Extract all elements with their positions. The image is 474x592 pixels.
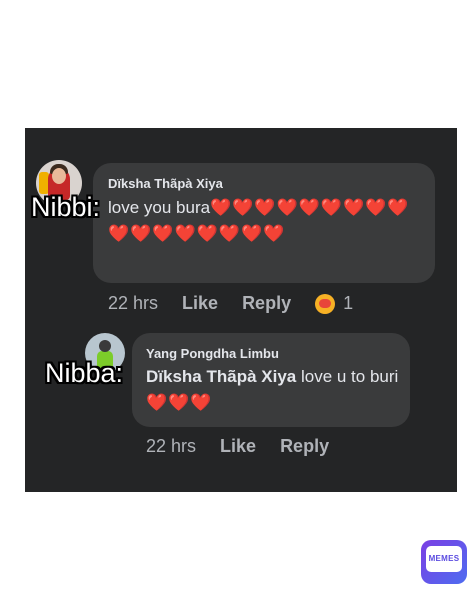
caption-nibba: Nibba: [45,358,124,388]
reply-bubble: Yang Pongdha Limbu Dïksha Thãpà Xiya lov… [132,333,410,427]
reply-text: Dïksha Thãpà Xiya love u to buri ❤️❤️❤️ [146,364,406,416]
comment-body: love you bura [108,198,211,217]
avatar-face [99,340,111,352]
reply-body: love u to buri [296,367,399,386]
reply-actions: 22 hrs Like Reply [146,436,353,457]
reply-button[interactable]: Reply [242,293,291,314]
like-button[interactable]: Like [182,293,218,314]
avatar-face [52,168,66,184]
reply-button[interactable]: Reply [280,436,329,457]
heart-emojis: ❤️❤️❤️ [146,393,213,412]
caption-nibbi: Nibbi: [31,192,101,222]
logo-speech-bubble: MEMES [426,546,462,572]
reply-author[interactable]: Yang Pongdha Limbu [146,346,279,361]
comment-bubble: Dïksha Thãpà Xiya love you bura❤️❤️❤️❤️❤… [93,163,435,283]
comment-time[interactable]: 22 hrs [108,293,158,314]
comment-author[interactable]: Dïksha Thãpà Xiya [108,176,223,191]
logo-text: MEMES [428,554,460,563]
mention-link[interactable]: Dïksha Thãpà Xiya [146,367,296,386]
reaction-count[interactable]: 1 [343,293,353,314]
comment-actions: 22 hrs Like Reply 1 [108,293,377,314]
comment-text: love you bura❤️❤️❤️❤️❤️❤️❤️❤️❤️❤️❤️❤️❤️❤… [108,195,428,247]
like-button[interactable]: Like [220,436,256,457]
memes-logo-icon[interactable]: MEMES [421,540,467,584]
care-emoji-icon[interactable] [315,293,336,314]
reply-time[interactable]: 22 hrs [146,436,196,457]
